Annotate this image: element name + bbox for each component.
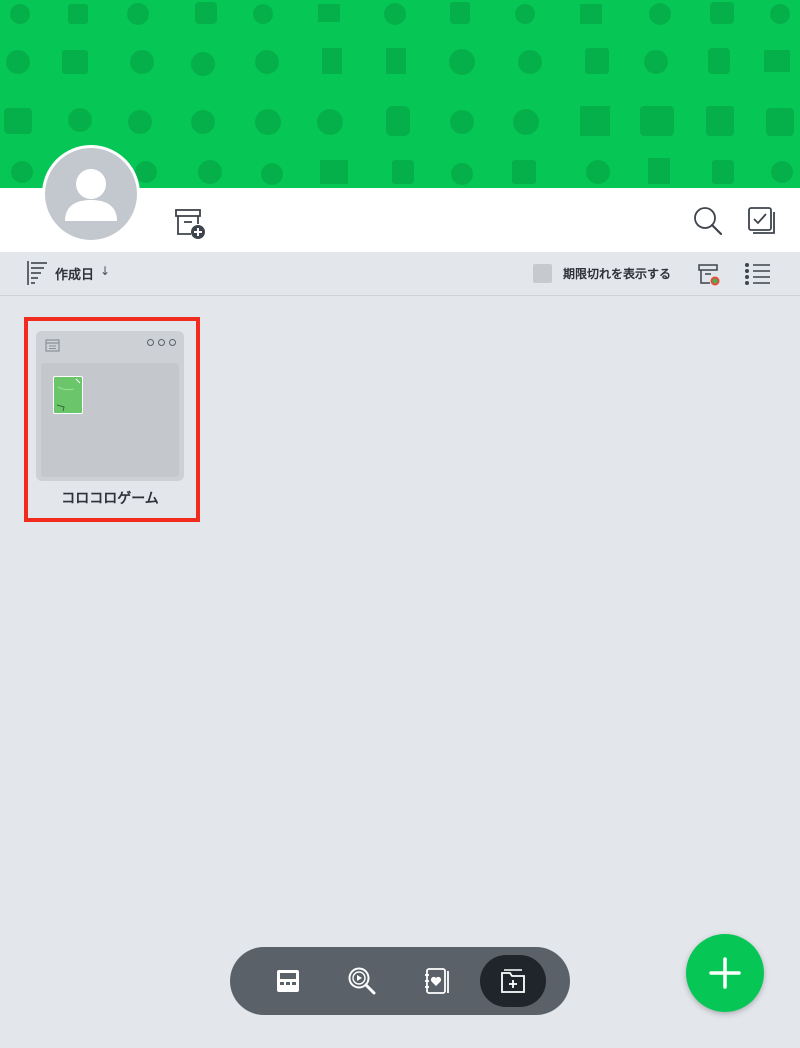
- sort-lines-icon: [27, 261, 47, 285]
- nav-favorites-button[interactable]: [410, 955, 462, 1007]
- search-icon: [694, 207, 723, 236]
- search-button[interactable]: [690, 203, 726, 239]
- menu-dot: [158, 339, 165, 346]
- nav-calendar-button[interactable]: [262, 955, 314, 1007]
- list-view-button[interactable]: [744, 260, 772, 288]
- play-search-icon: [348, 967, 376, 995]
- app-root: 作成日 ↓ 期限切れを表示する コロコロゲーム: [0, 0, 800, 1048]
- album-type-icon: [45, 339, 60, 352]
- album-menu-button[interactable]: [147, 339, 176, 346]
- heart-notebook-icon: [425, 968, 449, 994]
- archive-add-icon: [175, 209, 205, 239]
- thumbnail-image: [56, 378, 81, 412]
- profile-avatar[interactable]: [42, 145, 140, 243]
- album-title[interactable]: コロコロゲーム: [36, 488, 184, 508]
- album-card-header: [36, 331, 184, 359]
- show-expired-label[interactable]: 期限切れを表示する: [563, 265, 671, 282]
- archive-add-button[interactable]: [172, 205, 208, 241]
- sort-direction-icon[interactable]: ↓: [100, 264, 110, 278]
- show-expired-checkbox[interactable]: [533, 264, 552, 283]
- archive-button[interactable]: [697, 262, 721, 286]
- calendar-icon: [277, 970, 299, 992]
- nav-watch-button[interactable]: [336, 955, 388, 1007]
- sort-label[interactable]: 作成日: [55, 264, 94, 283]
- album-add-icon: [501, 969, 525, 993]
- album-thumbnail: [53, 376, 83, 414]
- filter-toolbar: [0, 252, 800, 296]
- menu-dot: [169, 339, 176, 346]
- nav-albums-button[interactable]: [480, 955, 546, 1007]
- create-album-button[interactable]: [686, 934, 764, 1012]
- checkbox-select-icon: [748, 207, 775, 234]
- menu-dot: [147, 339, 154, 346]
- sort-button[interactable]: [26, 259, 50, 287]
- archive-icon: [698, 264, 720, 286]
- select-button[interactable]: [744, 203, 780, 239]
- plus-icon: [709, 957, 741, 989]
- user-silhouette-icon: [65, 169, 117, 221]
- list-view-icon: [745, 263, 770, 285]
